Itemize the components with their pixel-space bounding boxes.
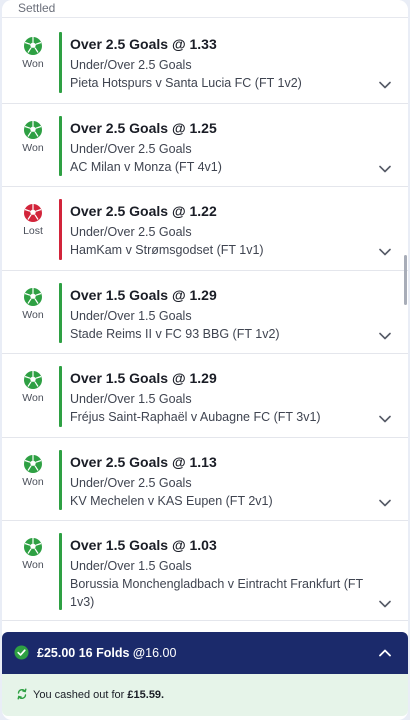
chevron-down-icon[interactable] [378, 498, 392, 508]
bet-status: Won [8, 454, 58, 488]
status-label: Won [22, 308, 44, 321]
total-odds: 16.00 [145, 646, 177, 660]
market-name: Under/Over 1.5 Goals [70, 392, 192, 406]
cashout-notice: You cashed out for £15.59. [2, 674, 408, 716]
chevron-down-icon[interactable] [378, 331, 392, 341]
bet-summary-text: £25.00 16 Folds @16.00 [37, 646, 176, 660]
market-name: Under/Over 2.5 Goals [70, 475, 192, 490]
bet-history-panel: Settled Won Over 2.5 Goals @ 1.33 Under/… [2, 0, 408, 720]
bet-info: Over 2.5 Goals @ 1.33 Under/Over 2.5 Goa… [70, 35, 380, 92]
status-label: Won [22, 392, 44, 404]
bet-row[interactable]: Won Over 1.5 Goals @ 1.03 Under/Over 1.5… [2, 521, 408, 621]
event-name: KV Mechelen v KAS Eupen (FT 2v1) [70, 493, 273, 508]
bet-info: Over 2.5 Goals @ 1.22 Under/Over 2.5 Goa… [70, 202, 380, 259]
chevron-down-icon[interactable] [378, 80, 392, 90]
market-name: Under/Over 2.5 Goals [70, 225, 192, 239]
stake-amount: £25.00 [37, 646, 76, 660]
selection-title: Over 2.5 Goals @ 1.13 [70, 453, 217, 470]
result-indicator [59, 199, 62, 260]
status-label: Won [22, 141, 44, 154]
result-indicator [59, 366, 62, 427]
green-football-icon [24, 538, 42, 556]
event-name: Fréjus Saint-Raphaël v Aubagne FC (FT 3v… [70, 410, 321, 424]
bet-info: Over 1.5 Goals @ 1.29 Under/Over 1.5 Goa… [70, 286, 380, 343]
status-label: Won [22, 475, 44, 488]
event-name: HamKam v Strømsgodset (FT 1v1) [70, 243, 264, 257]
section-title: Settled [2, 0, 408, 18]
chevron-up-icon[interactable] [378, 648, 392, 658]
bet-status: Won [8, 537, 58, 571]
chevron-down-icon[interactable] [378, 247, 392, 257]
green-football-icon [24, 120, 42, 139]
cashout-arrows-icon [17, 688, 27, 700]
cashout-amount: £15.59. [127, 689, 165, 701]
event-name: Stade Reims II v FC 93 BBG (FT 1v2) [70, 326, 280, 341]
bet-summary-bar[interactable]: £25.00 16 Folds @16.00 [2, 632, 408, 674]
market-name: Under/Over 1.5 Goals [70, 559, 192, 573]
result-indicator [59, 533, 62, 610]
selection-title: Over 1.5 Goals @ 1.29 [70, 370, 217, 386]
status-label: Won [22, 559, 44, 571]
green-football-icon [24, 37, 42, 55]
selection-title: Over 2.5 Goals @ 1.25 [70, 119, 217, 136]
bet-info: Over 1.5 Goals @ 1.03 Under/Over 1.5 Goa… [70, 536, 380, 611]
event-name: Pieta Hotspurs v Santa Lucia FC (FT 1v2) [70, 76, 302, 90]
bet-row[interactable]: Won Over 2.5 Goals @ 1.33 Under/Over 2.5… [2, 20, 408, 104]
bet-status: Won [8, 370, 58, 404]
selection-title: Over 1.5 Goals @ 1.03 [70, 537, 217, 553]
cashout-label: You cashed out for [33, 689, 125, 701]
market-name: Under/Over 2.5 Goals [70, 141, 192, 156]
bet-info: Over 2.5 Goals @ 1.13 Under/Over 2.5 Goa… [70, 453, 380, 510]
bet-row[interactable]: Won Over 2.5 Goals @ 1.25 Under/Over 2.5… [2, 104, 408, 187]
chevron-down-icon[interactable] [378, 164, 392, 174]
event-name: AC Milan v Monza (FT 4v1) [70, 159, 222, 174]
bet-status: Lost [8, 203, 58, 237]
green-football-icon [24, 287, 42, 306]
bet-row[interactable]: Won Over 1.5 Goals @ 1.29 Under/Over 1.5… [2, 354, 408, 438]
market-name: Under/Over 2.5 Goals [70, 58, 192, 72]
selection-title: Over 2.5 Goals @ 1.22 [70, 203, 217, 219]
market-name: Under/Over 1.5 Goals [70, 308, 192, 323]
chevron-down-icon[interactable] [378, 599, 392, 609]
bet-status: Won [8, 120, 58, 154]
chevron-down-icon[interactable] [378, 414, 392, 424]
result-indicator [59, 32, 62, 93]
bet-info: Over 1.5 Goals @ 1.29 Under/Over 1.5 Goa… [70, 369, 380, 426]
result-indicator [59, 115, 62, 176]
cashout-message: You cashed out for £15.59. [33, 688, 164, 702]
result-indicator [59, 449, 62, 510]
green-football-icon [24, 371, 42, 389]
bet-status: Won [8, 287, 58, 321]
selection-title: Over 1.5 Goals @ 1.29 [70, 286, 217, 303]
event-name: Borussia Monchengladbach v Eintracht Fra… [70, 577, 363, 609]
green-football-icon [24, 454, 42, 473]
scrollbar[interactable] [404, 255, 407, 305]
check-circle-icon [14, 645, 29, 660]
bet-info: Over 2.5 Goals @ 1.25 Under/Over 2.5 Goa… [70, 119, 380, 176]
status-label: Won [22, 58, 44, 70]
selection-title: Over 2.5 Goals @ 1.33 [70, 36, 217, 52]
bet-list: Won Over 2.5 Goals @ 1.33 Under/Over 2.5… [2, 20, 408, 621]
bet-status: Won [8, 36, 58, 70]
red-football-icon [24, 204, 42, 222]
bet-row[interactable]: Lost Over 2.5 Goals @ 1.22 Under/Over 2.… [2, 187, 408, 271]
bet-type: 16 Folds [78, 646, 130, 660]
status-label: Lost [23, 225, 43, 237]
bet-row[interactable]: Won Over 2.5 Goals @ 1.13 Under/Over 2.5… [2, 438, 408, 521]
result-indicator [59, 282, 62, 343]
odds-prefix: @ [132, 646, 146, 660]
bet-row[interactable]: Won Over 1.5 Goals @ 1.29 Under/Over 1.5… [2, 271, 408, 354]
